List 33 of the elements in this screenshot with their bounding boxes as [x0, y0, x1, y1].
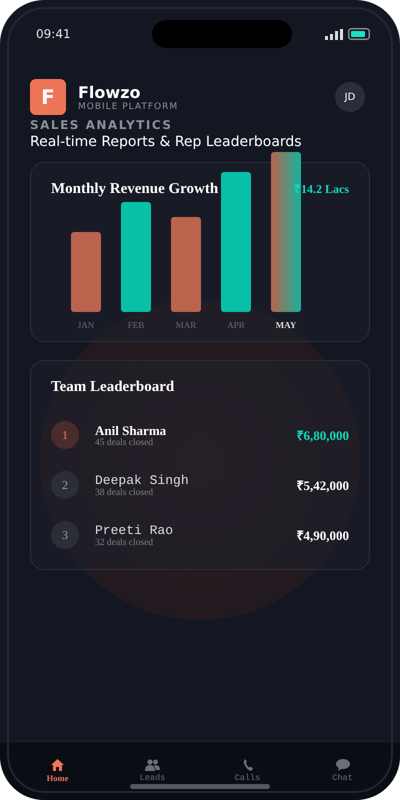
app-name: Flowzo: [78, 82, 142, 102]
sales-amount: ₹6,80,000: [296, 427, 349, 444]
battery-icon: [348, 28, 370, 40]
phone-icon: [242, 759, 252, 771]
rep-name: Preeti Rao: [95, 522, 174, 538]
nav-tab[interactable]: Leads: [105, 742, 200, 800]
section-label: SALES ANALYTICS: [30, 118, 174, 133]
status-time: 09:41: [36, 27, 71, 41]
sales-amount: ₹5,42,000: [296, 477, 349, 494]
chart-title: Monthly Revenue Growth: [51, 181, 218, 198]
month-label[interactable]: FEB: [128, 320, 144, 330]
month-label[interactable]: APR: [227, 320, 245, 330]
deals-count: 32 deals closed: [95, 538, 154, 548]
month-label[interactable]: MAR: [176, 320, 196, 330]
rep-name: Anil Sharma: [95, 422, 168, 438]
section-title: Real-time Reports & Rep Leaderboards: [30, 133, 303, 151]
nav-tab[interactable]: Chat: [295, 742, 390, 800]
signal-icon: [325, 28, 343, 40]
nav-tab[interactable]: Calls: [200, 742, 295, 800]
deals-count: 45 deals closed: [95, 438, 154, 448]
nav-tab[interactable]: Home: [10, 742, 105, 800]
people-icon: [145, 759, 160, 771]
leaderboard-title: Team Leaderboard: [51, 379, 176, 396]
month-label[interactable]: MAY: [276, 320, 296, 330]
app-tagline: MOBILE PLATFORM: [78, 102, 180, 112]
sales-amount: ₹4,90,000: [296, 527, 349, 544]
deals-count: 38 deals closed: [95, 488, 154, 498]
rep-name: Deepak Singh: [95, 472, 190, 488]
app-logo: F: [30, 79, 66, 115]
avatar-button[interactable]: JD: [335, 82, 365, 112]
month-label[interactable]: JAN: [78, 320, 94, 330]
home-icon: [51, 759, 64, 771]
chat-icon: [336, 759, 350, 771]
